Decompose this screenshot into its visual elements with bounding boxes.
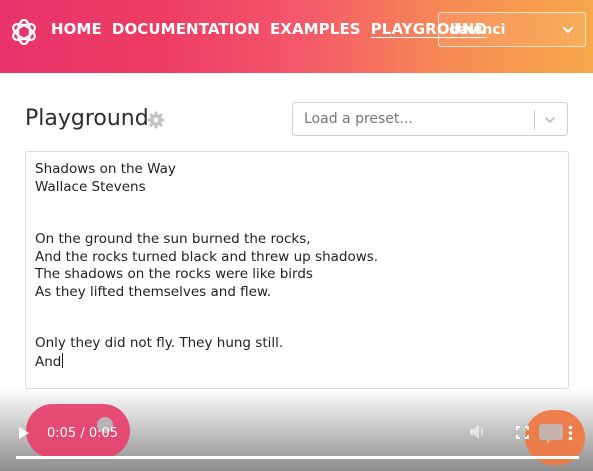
gear-icon[interactable]: [147, 111, 165, 129]
more-vertical-icon[interactable]: [568, 425, 573, 441]
nav-home[interactable]: HOME: [51, 20, 102, 38]
nav-examples[interactable]: EXAMPLES: [270, 20, 361, 38]
editor-line-text: And: [35, 354, 62, 370]
preset-select-placeholder: Load a preset...: [304, 111, 413, 127]
editor-line: Shadows on the Way: [35, 161, 176, 177]
main-nav: HOME DOCUMENTATION EXAMPLES PLAYGROUND: [51, 20, 487, 38]
page-title: Playground: [25, 106, 149, 131]
engine-select-value: davinci: [449, 21, 506, 38]
video-time: 0:05 / 0:05: [47, 426, 119, 441]
playground-page: HOME DOCUMENTATION EXAMPLES PLAYGROUND d…: [0, 0, 593, 471]
video-progress-bar[interactable]: [16, 456, 579, 459]
preset-select[interactable]: Load a preset...: [292, 102, 568, 136]
chevron-down-icon[interactable]: [543, 113, 557, 127]
engine-select[interactable]: davinci: [438, 12, 586, 47]
editor-line-current: And: [35, 353, 64, 370]
chevron-down-icon: [563, 26, 573, 33]
nav-documentation[interactable]: DOCUMENTATION: [112, 20, 260, 38]
editor-line: On the ground the sun burned the rocks,: [35, 231, 311, 247]
editor-line: Wallace Stevens: [35, 179, 146, 195]
editor-line: And the rocks turned black and threw up …: [35, 249, 379, 265]
captions-icon[interactable]: [538, 422, 564, 444]
prompt-editor[interactable]: Shadows on the Way Wallace Stevens On th…: [25, 151, 569, 389]
editor-line: The shadows on the rocks were like birds: [35, 266, 313, 282]
video-progress-fill: [16, 456, 579, 459]
openai-logo-icon[interactable]: [8, 16, 40, 48]
play-icon[interactable]: [18, 426, 30, 440]
preset-select-divider: [534, 110, 535, 130]
text-caret: [62, 353, 64, 368]
editor-line: As they lifted themselves and flew.: [35, 284, 272, 300]
volume-icon[interactable]: [469, 424, 487, 440]
fullscreen-icon[interactable]: [516, 426, 529, 439]
top-nav-bar: HOME DOCUMENTATION EXAMPLES PLAYGROUND d…: [0, 0, 593, 73]
editor-line: Only they did not fly. They hung still.: [35, 335, 284, 351]
